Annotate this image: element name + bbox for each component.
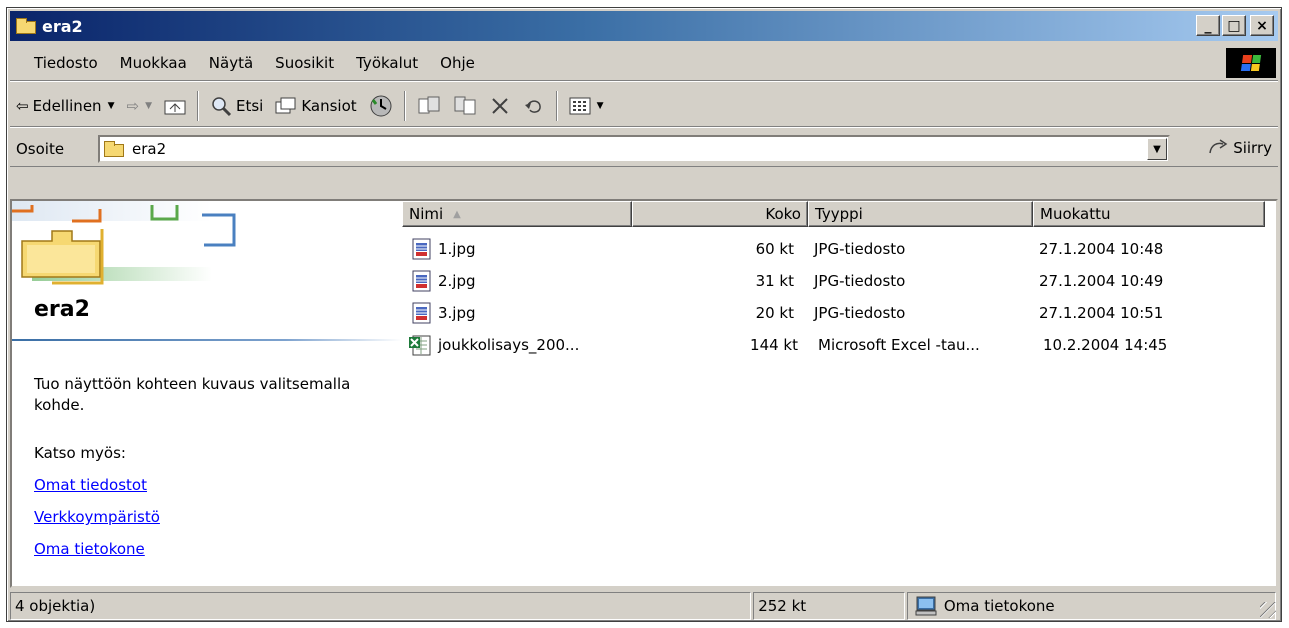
go-button[interactable]: Siirry <box>1207 137 1272 159</box>
menu-view[interactable]: Näytä <box>198 54 264 72</box>
file-name: 2.jpg <box>438 272 476 290</box>
column-modified[interactable]: Muokattu <box>1033 201 1265 227</box>
folder-icon <box>104 141 126 157</box>
chevron-down-icon[interactable]: ▼ <box>597 101 604 111</box>
address-dropdown-button[interactable]: ▼ <box>1147 138 1167 160</box>
file-row[interactable]: joukkolisays_200... 144 kt Microsoft Exc… <box>402 329 1261 361</box>
history-icon <box>370 95 392 116</box>
chevron-down-icon[interactable]: ▼ <box>145 101 152 111</box>
content-area: era2 Tuo näyttöön kohteen kuvaus valitse… <box>10 199 1278 588</box>
file-name: 3.jpg <box>438 304 476 322</box>
status-size: 252 kt <box>753 592 905 620</box>
chevron-down-icon[interactable]: ▼ <box>108 101 115 111</box>
back-button[interactable]: ⇦ Edellinen ▼ <box>10 90 120 122</box>
menu-bar: Tiedosto Muokkaa Näytä Suosikit Työkalut… <box>10 45 1278 81</box>
file-modified: 10.2.2004 14:45 <box>1043 336 1168 354</box>
folders-button[interactable]: Kansiot <box>269 90 362 122</box>
folder-title: era2 <box>34 297 90 322</box>
window-title: era2 <box>42 16 83 36</box>
address-bar: Osoite era2 ▼ Siirry <box>10 131 1278 167</box>
column-header: Nimi ▲ Koko Tyyppi Muokattu <box>402 201 1265 227</box>
jpg-file-icon <box>412 302 431 324</box>
web-view-pane: era2 Tuo näyttöön kohteen kuvaus valitse… <box>12 201 402 586</box>
copy-to-icon <box>454 96 476 114</box>
go-arrow-icon <box>1209 139 1228 154</box>
file-type: Microsoft Excel -tau... <box>818 336 980 354</box>
computer-icon <box>915 596 937 616</box>
file-modified: 27.1.2004 10:49 <box>1039 272 1164 290</box>
file-size: 31 kt <box>755 272 794 290</box>
file-name: joukkolisays_200... <box>438 336 580 354</box>
status-bar: 4 objektia) 252 kt Oma tietokone <box>10 592 1278 620</box>
folder-icon <box>16 18 36 34</box>
address-label: Osoite <box>16 139 65 158</box>
see-also-label: Katso myös: <box>34 444 126 462</box>
forward-arrow-icon: ⇨ <box>126 96 140 115</box>
description-text: Tuo näyttöön kohteen kuvaus valitsemalla… <box>34 375 351 414</box>
menu-edit[interactable]: Muokkaa <box>109 54 198 72</box>
sort-ascending-icon: ▲ <box>453 208 461 220</box>
folder-banner-image <box>12 201 236 285</box>
search-button[interactable]: Etsi <box>204 90 269 122</box>
toolbar: ⇦ Edellinen ▼ ⇨ ▼ Etsi Kansiot ▼ <box>10 85 1278 127</box>
file-size: 20 kt <box>755 304 794 322</box>
delete-button[interactable] <box>483 90 517 122</box>
column-name[interactable]: Nimi ▲ <box>402 201 632 227</box>
title-divider <box>12 339 402 341</box>
up-folder-button[interactable] <box>158 90 192 122</box>
windows-logo-icon <box>1226 48 1276 78</box>
file-type: JPG-tiedosto <box>814 240 906 258</box>
copy-to-button[interactable] <box>447 90 483 122</box>
views-button[interactable]: ▼ <box>563 90 610 122</box>
toolbar-separator <box>555 90 558 121</box>
title-bar[interactable]: era2 _ □ × <box>10 11 1278 41</box>
back-arrow-icon: ⇦ <box>16 96 29 115</box>
column-type[interactable]: Tyyppi <box>808 201 1033 227</box>
forward-button[interactable]: ⇨ ▼ <box>120 90 158 122</box>
link-my-computer[interactable]: Oma tietokone <box>34 540 145 558</box>
file-name: 1.jpg <box>438 240 476 258</box>
delete-icon <box>491 97 508 114</box>
move-to-button[interactable] <box>411 90 447 122</box>
history-button[interactable] <box>363 90 399 122</box>
column-size[interactable]: Koko <box>632 201 808 227</box>
minimize-button[interactable]: _ <box>1196 15 1220 36</box>
file-row[interactable]: 2.jpg 31 kt JPG-tiedosto 27.1.2004 10:49 <box>402 265 1257 297</box>
menu-help[interactable]: Ohje <box>429 54 486 72</box>
file-size: 144 kt <box>750 336 798 354</box>
file-row[interactable]: 3.jpg 20 kt JPG-tiedosto 27.1.2004 10:51 <box>402 297 1257 329</box>
folders-icon <box>275 97 296 113</box>
views-icon <box>569 97 591 114</box>
link-network-places[interactable]: Verkkoympäristö <box>34 508 160 526</box>
close-button[interactable]: × <box>1250 15 1274 36</box>
status-object-count: 4 objektia) <box>10 592 752 620</box>
menu-favorites[interactable]: Suosikit <box>264 54 345 72</box>
file-modified: 27.1.2004 10:51 <box>1039 304 1164 322</box>
maximize-button[interactable]: □ <box>1222 15 1246 36</box>
explorer-window: era2 _ □ × Tiedosto Muokkaa Näytä Suosik… <box>6 7 1282 622</box>
jpg-file-icon <box>412 238 431 260</box>
undo-button[interactable] <box>517 90 551 122</box>
toolbar-separator <box>403 90 406 121</box>
undo-icon <box>524 99 541 113</box>
up-folder-icon <box>164 100 186 114</box>
status-zone: Oma tietokone <box>906 592 1276 620</box>
toolbar-separator <box>196 90 199 121</box>
menu-file[interactable]: Tiedosto <box>10 54 109 72</box>
excel-file-icon <box>409 335 431 356</box>
file-size: 60 kt <box>755 240 794 258</box>
search-icon <box>212 96 232 116</box>
address-field[interactable]: era2 ▼ <box>98 135 1170 163</box>
file-modified: 27.1.2004 10:48 <box>1039 240 1164 258</box>
link-my-documents[interactable]: Omat tiedostot <box>34 476 147 494</box>
file-type: JPG-tiedosto <box>814 272 906 290</box>
move-to-icon <box>418 96 440 113</box>
resize-grip[interactable] <box>1260 602 1276 618</box>
file-list: Nimi ▲ Koko Tyyppi Muokattu 1.jpg 60 kt … <box>402 201 1276 586</box>
file-row[interactable]: 1.jpg 60 kt JPG-tiedosto 27.1.2004 10:48 <box>402 233 1257 265</box>
file-type: JPG-tiedosto <box>814 304 906 322</box>
jpg-file-icon <box>412 270 431 292</box>
address-value[interactable]: era2 <box>132 140 166 158</box>
menu-tools[interactable]: Työkalut <box>345 54 429 72</box>
